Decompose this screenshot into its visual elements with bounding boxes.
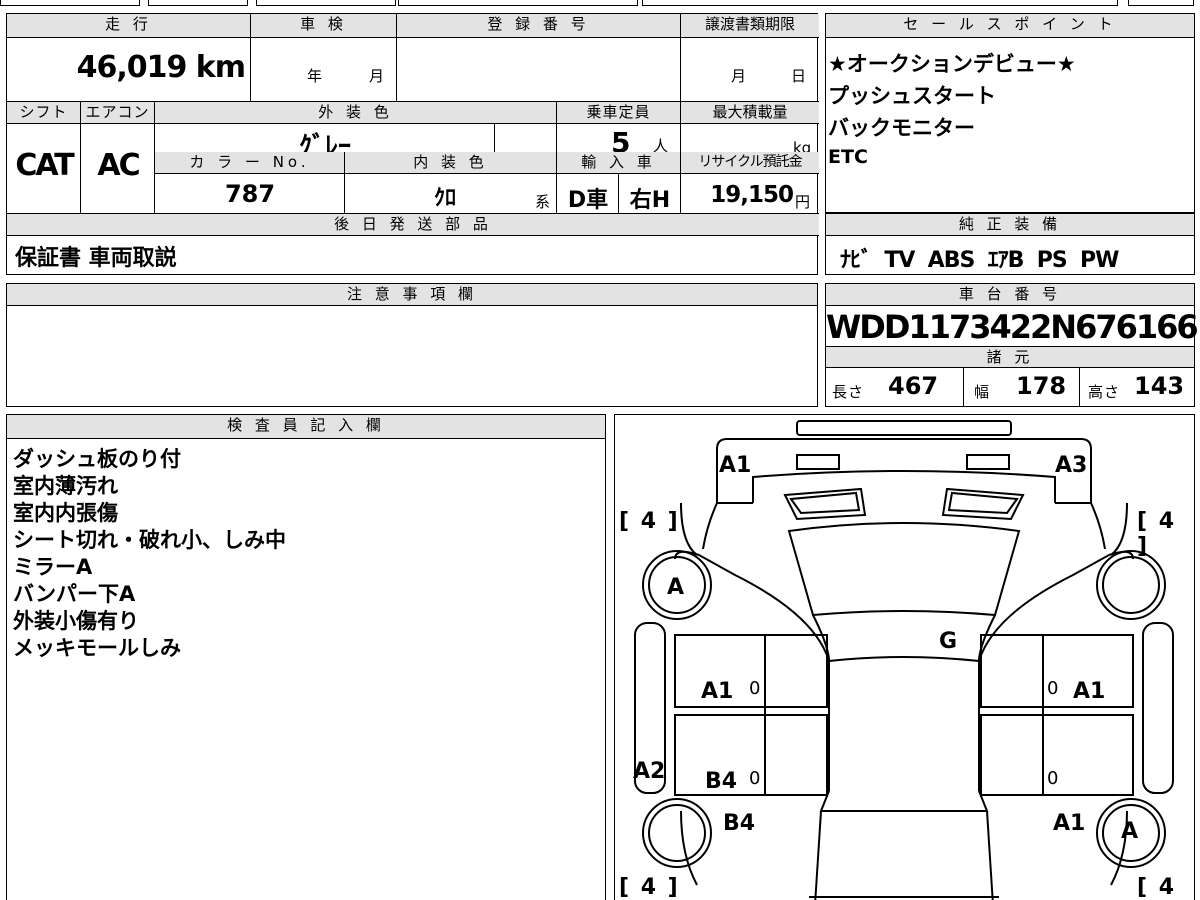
damage-label: A1 (1073, 679, 1106, 704)
import-value-2: 右H (629, 188, 671, 213)
car-outline (634, 420, 1174, 900)
interior-color-label: 内 装 色 (345, 152, 557, 174)
notes-label: 注 意 事 項 欄 (7, 284, 817, 306)
damage-label: A1 (701, 679, 734, 704)
recycle-fee-unit: 円 (795, 193, 811, 211)
aircon-value: AC (97, 148, 140, 183)
sales-point-line: プッシュスタート (828, 84, 996, 108)
recycle-fee-value: 19,150 (710, 182, 794, 208)
damage-count: 0 (749, 678, 763, 699)
specs-width-value: 178 (1016, 372, 1067, 400)
later-parts-label: 後 日 発 送 部 品 (7, 214, 819, 236)
vehicle-info-table: 走 行 車 検 登 録 番 号 譲渡書類期限 46,019 km 年 月 月 日… (6, 13, 819, 275)
inspector-line: ダッシュ板のり付 (13, 447, 181, 471)
color-no-value: 787 (224, 180, 276, 208)
import-label: 輸 入 車 (557, 152, 681, 174)
transfer-month-unit: 月 (731, 67, 749, 85)
damage-label: B4 (705, 769, 738, 794)
damage-label: B4 (723, 811, 756, 836)
damage-label: A (667, 575, 685, 600)
capacity-label: 乗車定員 (557, 102, 681, 124)
interior-color-suffix: 系 (535, 193, 553, 211)
inspection-label: 車 検 (251, 14, 397, 38)
import-value-1: D車 (567, 188, 609, 213)
inspection-month-unit: 月 (369, 67, 387, 85)
damage-count: 0 (1047, 768, 1061, 789)
later-parts-value: 保証書 車両取説 (15, 246, 177, 271)
inspector-line: 外装小傷有り (13, 609, 139, 633)
tire-tread-label: [ 4 ] (619, 875, 680, 900)
inspector-panel: 検 査 員 記 入 欄 ダッシュ板のり付 室内薄汚れ 室内内張傷 シート切れ・破… (6, 414, 606, 900)
mileage-value: 46,019 km (76, 50, 246, 85)
sales-point-line: ★オークションデビュー★ (828, 52, 1076, 76)
shift-label: シフト (7, 102, 81, 124)
equipment-label: 純 正 装 備 (826, 214, 1194, 236)
tire-tread-label: [ 4 ] (1137, 509, 1177, 559)
mileage-label: 走 行 (7, 14, 251, 38)
interior-color-value: ｸﾛ (433, 186, 456, 211)
damage-diagram: A1 A3 [ 4 ] [ 4 ] [ 4 ] [ 4 ] A A G A1 0… (614, 414, 1195, 900)
tire-tread-label: [ 4 ] (619, 509, 680, 534)
specs-height-label: 高さ (1088, 383, 1121, 401)
damage-label: A2 (633, 759, 666, 784)
exterior-color-label: 外 装 色 (155, 102, 557, 124)
color-no-label: カ ラ ー No. (155, 152, 345, 174)
specs-height-value: 143 (1134, 372, 1185, 400)
damage-label: A (1121, 819, 1139, 844)
sales-points-label: セ ー ル ス ポ イ ン ト (826, 14, 1194, 38)
specs-width-label: 幅 (974, 383, 992, 401)
transfer-day-unit: 日 (791, 67, 809, 85)
inspection-year-unit: 年 (307, 67, 325, 85)
chassis-number: WDD1173422N676166 (826, 308, 1199, 346)
inspector-line: ミラーA (13, 555, 93, 579)
specs-length-value: 467 (888, 372, 939, 400)
inspector-line: バンパー下A (13, 582, 136, 606)
chassis-label: 車 台 番 号 (826, 284, 1194, 306)
damage-count: 0 (1047, 678, 1061, 699)
recycle-fee-label: リサイクル預託金 (681, 152, 819, 174)
equipment-value: ﾅﾋﾞ TV ABS ｴｱB PS PW (840, 248, 1119, 273)
sales-point-line: ETC (828, 146, 868, 168)
damage-count: 0 (749, 768, 763, 789)
damage-label: G (939, 629, 958, 654)
transfer-deadline-label: 譲渡書類期限 (681, 14, 819, 38)
aircon-label: エアコン (81, 102, 155, 124)
damage-label: A1 (1053, 811, 1086, 836)
specs-label: 諸 元 (826, 346, 1194, 368)
tire-tread-label: [ 4 ] (1137, 875, 1177, 900)
notes-panel: 注 意 事 項 欄 (6, 283, 818, 407)
specs-length-label: 長さ (832, 383, 865, 401)
inspector-label: 検 査 員 記 入 欄 (7, 415, 605, 439)
registration-label: 登 録 番 号 (397, 14, 681, 38)
damage-label: A1 (719, 453, 752, 478)
inspector-line: 室内薄汚れ (13, 474, 118, 498)
sales-points-panel: セ ー ル ス ポ イ ン ト ★オークションデビュー★ プッシュスタート バッ… (825, 13, 1195, 213)
inspector-line: メッキモールしみ (13, 636, 181, 660)
equipment-panel: 純 正 装 備 ﾅﾋﾞ TV ABS ｴｱB PS PW (825, 213, 1195, 275)
sales-point-line: バックモニター (828, 116, 975, 140)
inspector-line: シート切れ・破れ小、しみ中 (13, 528, 286, 552)
chassis-panel: 車 台 番 号 WDD1173422N676166 諸 元 長さ 467 幅 1… (825, 283, 1199, 407)
inspector-line: 室内内張傷 (13, 501, 118, 525)
top-strip (0, 0, 1200, 6)
max-load-label: 最大積載量 (681, 102, 819, 124)
shift-value: CAT (15, 148, 74, 183)
damage-label: A3 (1055, 453, 1088, 478)
